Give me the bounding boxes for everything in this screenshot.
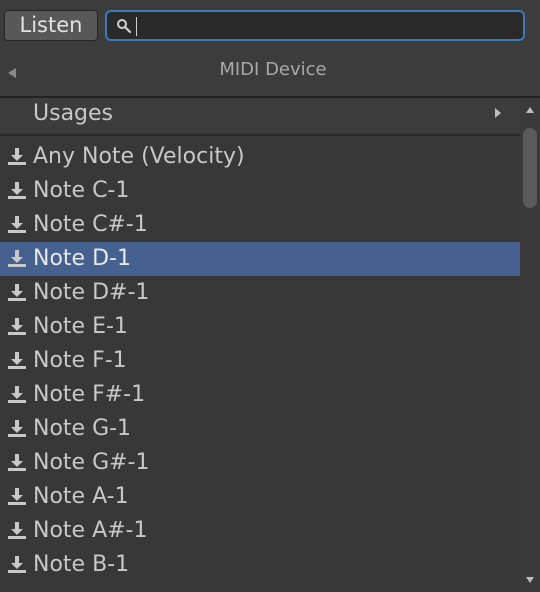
nav-title: MIDI Device bbox=[219, 59, 327, 80]
nav-header: MIDI Device bbox=[0, 52, 540, 96]
list-item[interactable]: Note F#-1 bbox=[0, 378, 520, 412]
list-item[interactable]: Any Note (Velocity) bbox=[0, 140, 520, 174]
download-icon bbox=[6, 487, 28, 507]
divider bbox=[0, 134, 520, 136]
usages-category[interactable]: Usages bbox=[0, 98, 520, 134]
text-caret bbox=[136, 17, 137, 36]
list-item[interactable]: Note A-1 bbox=[0, 480, 520, 514]
download-icon bbox=[6, 181, 28, 201]
list-item[interactable]: Note D-1 bbox=[0, 242, 520, 276]
download-icon bbox=[6, 521, 28, 541]
list-item-label: Note D-1 bbox=[33, 246, 131, 271]
list-item[interactable]: Note A#-1 bbox=[0, 514, 520, 548]
list-item[interactable]: Note G#-1 bbox=[0, 446, 520, 480]
download-icon bbox=[6, 385, 28, 405]
list-item[interactable]: Note B-1 bbox=[0, 548, 520, 582]
list-item[interactable]: Note G-1 bbox=[0, 412, 520, 446]
list-item[interactable]: Note F-1 bbox=[0, 344, 520, 378]
list-item[interactable]: Note C#-1 bbox=[0, 208, 520, 242]
scroll-up-arrow-icon[interactable] bbox=[525, 106, 535, 114]
download-icon bbox=[6, 351, 28, 371]
vertical-scrollbar[interactable] bbox=[520, 98, 540, 592]
list-item-label: Note C#-1 bbox=[33, 212, 148, 237]
usages-label: Usages bbox=[33, 101, 114, 126]
list-item-label: Note B-1 bbox=[33, 552, 130, 577]
list-item-label: Note G-1 bbox=[33, 416, 132, 441]
scrollbar-thumb[interactable] bbox=[523, 128, 537, 208]
listen-button[interactable]: Listen bbox=[4, 10, 98, 41]
list-item-label: Note F#-1 bbox=[33, 382, 146, 407]
list-item-label: Note E-1 bbox=[33, 314, 128, 339]
list-item-label: Note A#-1 bbox=[33, 518, 148, 543]
list-item-label: Note D#-1 bbox=[33, 280, 150, 305]
scroll-down-arrow-icon[interactable] bbox=[525, 576, 535, 584]
search-field[interactable] bbox=[105, 10, 525, 41]
list-item[interactable]: Note C-1 bbox=[0, 174, 520, 208]
download-icon bbox=[6, 283, 28, 303]
download-icon bbox=[6, 555, 28, 575]
list-item-label: Note F-1 bbox=[33, 348, 127, 373]
download-icon bbox=[6, 453, 28, 473]
download-icon bbox=[6, 419, 28, 439]
note-list: Any Note (Velocity) Note C-1 Note C#-1 Note… bbox=[0, 140, 520, 592]
search-icon bbox=[117, 19, 132, 34]
download-icon bbox=[6, 249, 28, 269]
list-item[interactable]: Note E-1 bbox=[0, 310, 520, 344]
list-item-label: Note C-1 bbox=[33, 178, 130, 203]
list-item-label: Note G#-1 bbox=[33, 450, 150, 475]
list-item-label: Note A-1 bbox=[33, 484, 129, 509]
download-icon bbox=[6, 317, 28, 337]
toolbar: Listen bbox=[0, 0, 540, 52]
download-icon bbox=[6, 215, 28, 235]
search-input[interactable] bbox=[135, 15, 515, 36]
download-icon bbox=[6, 147, 28, 167]
list-item[interactable]: Note D#-1 bbox=[0, 276, 520, 310]
list-item-label: Any Note (Velocity) bbox=[33, 144, 245, 169]
triangle-right-icon bbox=[495, 108, 501, 118]
